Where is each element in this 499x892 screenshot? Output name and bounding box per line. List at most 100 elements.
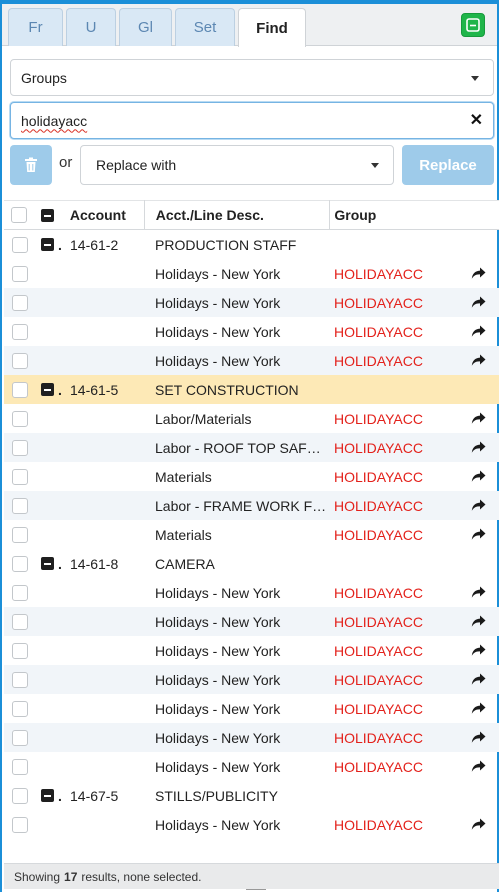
table-row[interactable]: Materials HOLIDAYACC <box>4 462 499 491</box>
table-row[interactable]: Holidays - New York HOLIDAYACC <box>4 810 499 839</box>
tab-label: Gl <box>138 19 153 36</box>
tab-bar: Fr U Gl Set Find <box>2 4 497 47</box>
collapse-icon[interactable] <box>41 383 54 396</box>
group-row[interactable]: . 14-67-5 STILLS/PUBLICITY <box>4 781 499 810</box>
row-checkbox[interactable] <box>11 642 28 659</box>
go-to-line-icon[interactable] <box>458 325 499 338</box>
row-checkbox[interactable] <box>11 758 28 775</box>
row-checkbox[interactable] <box>11 236 28 253</box>
group-cell: HOLIDAYACC <box>334 758 423 775</box>
collapse-all-icon[interactable] <box>40 208 54 222</box>
tab-label: Find <box>256 19 288 37</box>
replace-button[interactable]: Replace <box>402 145 494 185</box>
collapse-icon[interactable] <box>41 789 54 802</box>
tab-find[interactable]: Find <box>238 8 306 47</box>
desc-cell: Holidays - New York <box>155 352 281 369</box>
tab-label: U <box>85 19 97 36</box>
go-to-line-icon[interactable] <box>458 615 499 628</box>
replace-with-select[interactable]: Replace with <box>80 145 394 185</box>
row-checkbox[interactable] <box>11 352 28 369</box>
go-to-line-icon[interactable] <box>458 412 499 425</box>
row-checkbox[interactable] <box>11 323 28 340</box>
row-checkbox[interactable] <box>11 468 28 485</box>
go-to-line-icon[interactable] <box>458 731 499 744</box>
desc-cell: Holidays - New York <box>155 816 281 833</box>
group-row[interactable]: . 14-61-8 CAMERA <box>4 549 499 578</box>
go-to-line-icon[interactable] <box>458 702 499 715</box>
results-table: Account Acct./Line Desc. Group . 14-61-2 P… <box>4 200 499 839</box>
tab-label: Set <box>193 19 217 36</box>
tab-gl[interactable]: Gl <box>119 8 172 46</box>
row-checkbox[interactable] <box>11 294 28 311</box>
desc-cell: Holidays - New York <box>155 584 281 601</box>
table-row[interactable]: Holidays - New York HOLIDAYACC <box>4 259 499 288</box>
row-checkbox[interactable] <box>11 526 28 543</box>
go-to-line-icon[interactable] <box>458 499 499 512</box>
desc-cell: Holidays - New York <box>155 294 281 311</box>
tab-set[interactable]: Set <box>175 8 235 46</box>
table-row[interactable]: Labor - ROOF TOP SAFETY HOLIDAYACC <box>4 433 499 462</box>
row-checkbox[interactable] <box>11 265 28 282</box>
table-row[interactable]: Holidays - New York HOLIDAYACC <box>4 288 499 317</box>
row-checkbox[interactable] <box>11 584 28 601</box>
table-row[interactable]: Holidays - New York HOLIDAYACC <box>4 317 499 346</box>
collapse-icon[interactable] <box>41 557 54 570</box>
go-to-line-icon[interactable] <box>458 673 499 686</box>
row-checkbox[interactable] <box>11 555 28 572</box>
collapse-panel-button[interactable] <box>461 13 485 37</box>
row-checkbox[interactable] <box>11 787 28 804</box>
table-row[interactable]: Holidays - New York HOLIDAYACC <box>4 346 499 375</box>
go-to-line-icon[interactable] <box>458 470 499 483</box>
table-row[interactable]: Holidays - New York HOLIDAYACC <box>4 665 499 694</box>
table-row[interactable]: Labor/Materials HOLIDAYACC <box>4 404 499 433</box>
go-to-line-icon[interactable] <box>458 354 499 367</box>
clear-search-icon[interactable]: ✕ <box>470 112 483 129</box>
table-header: Account Acct./Line Desc. Group <box>4 200 499 230</box>
table-row[interactable]: Holidays - New York HOLIDAYACC <box>4 723 499 752</box>
table-row[interactable]: Holidays - New York HOLIDAYACC <box>4 752 499 781</box>
group-cell: HOLIDAYACC <box>334 468 423 485</box>
go-to-line-icon[interactable] <box>458 644 499 657</box>
tab-fr[interactable]: Fr <box>8 8 63 46</box>
table-row[interactable]: Holidays - New York HOLIDAYACC <box>4 694 499 723</box>
scope-select-value: Groups <box>21 69 67 86</box>
row-checkbox[interactable] <box>11 410 28 427</box>
go-to-line-icon[interactable] <box>458 528 499 541</box>
go-to-line-icon[interactable] <box>458 586 499 599</box>
group-cell: HOLIDAYACC <box>334 439 423 456</box>
table-row[interactable]: Holidays - New York HOLIDAYACC <box>4 607 499 636</box>
scope-select[interactable]: Groups <box>10 59 494 96</box>
go-to-line-icon[interactable] <box>458 296 499 309</box>
tab-u[interactable]: U <box>66 8 116 46</box>
row-checkbox[interactable] <box>11 816 28 833</box>
collapse-icon[interactable] <box>41 238 54 251</box>
go-to-line-icon[interactable] <box>458 267 499 280</box>
desc-cell: PRODUCTION STAFF <box>155 236 297 253</box>
search-input[interactable]: holidayacc ✕ <box>10 102 494 139</box>
column-header-group[interactable]: Group <box>330 207 458 223</box>
group-cell: HOLIDAYACC <box>334 671 423 688</box>
select-all-checkbox[interactable] <box>11 207 28 223</box>
column-header-desc[interactable]: Acct./Line Desc. <box>145 207 330 223</box>
group-row[interactable]: . 14-61-5 SET CONSTRUCTION <box>4 375 499 404</box>
go-to-line-icon[interactable] <box>458 441 499 454</box>
table-row[interactable]: Holidays - New York HOLIDAYACC <box>4 636 499 665</box>
group-cell: HOLIDAYACC <box>334 700 423 717</box>
row-checkbox[interactable] <box>11 729 28 746</box>
table-row[interactable]: Holidays - New York HOLIDAYACC <box>4 578 499 607</box>
table-row[interactable]: Materials HOLIDAYACC <box>4 520 499 549</box>
column-header-account[interactable]: Account <box>64 207 144 223</box>
delete-button[interactable] <box>10 145 52 185</box>
row-checkbox[interactable] <box>11 381 28 398</box>
row-checkbox[interactable] <box>11 700 28 717</box>
row-checkbox[interactable] <box>11 439 28 456</box>
table-row[interactable]: Labor - FRAME WORK FOR HOLIDAYACC <box>4 491 499 520</box>
go-to-line-icon[interactable] <box>458 760 499 773</box>
row-checkbox[interactable] <box>11 671 28 688</box>
desc-cell: Materials <box>155 526 212 543</box>
desc-cell: Labor - FRAME WORK FOR <box>155 497 330 514</box>
group-row[interactable]: . 14-61-2 PRODUCTION STAFF <box>4 230 499 259</box>
row-checkbox[interactable] <box>11 497 28 514</box>
row-checkbox[interactable] <box>11 613 28 630</box>
go-to-line-icon[interactable] <box>458 818 499 831</box>
